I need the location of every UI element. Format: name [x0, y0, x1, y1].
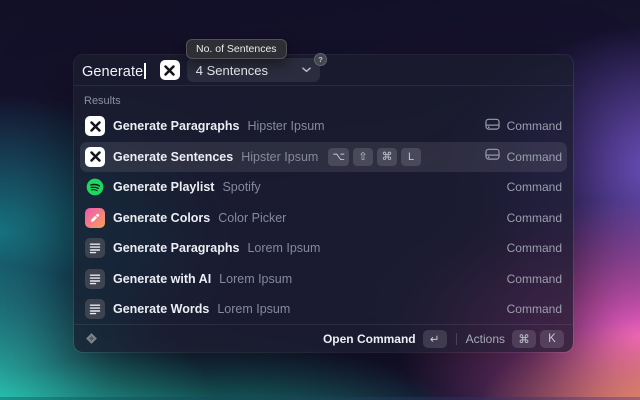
list-item[interactable]: Generate Paragraphs Lorem Ipsum Command [80, 233, 567, 264]
document-text-icon [85, 238, 105, 258]
hipster-ipsum-x-logo-icon [85, 116, 105, 136]
drive-icon [485, 117, 500, 136]
list-item-selected[interactable]: Generate Sentences Hipster Ipsum ⌥ ⇧ ⌘ L… [80, 142, 567, 173]
help-badge-glyph: ? [318, 55, 323, 64]
item-type: Command [507, 272, 562, 286]
text-caret [144, 63, 146, 79]
document-text-icon [85, 299, 105, 319]
sentences-dropdown-value: 4 Sentences [196, 63, 268, 78]
dropdown-tooltip: No. of Sentences [186, 39, 287, 59]
list-item[interactable]: Generate Words Lorem Ipsum Command [80, 294, 567, 325]
tooltip-text: No. of Sentences [196, 43, 277, 55]
results-list: Generate Paragraphs Hipster Ipsum Comman… [74, 111, 573, 325]
item-subtitle: Lorem Ipsum [219, 272, 292, 286]
item-type: Command [507, 302, 562, 316]
command-palette-window: Generate 4 Sentences ? Results Generate … [74, 55, 573, 352]
hipster-ipsum-x-logo-icon [160, 60, 180, 80]
item-title: Generate Paragraphs [113, 119, 239, 133]
item-title: Generate Colors [113, 211, 210, 225]
open-command-button[interactable]: Open Command [323, 332, 416, 346]
l-key: L [401, 148, 421, 166]
item-type: Command [507, 150, 562, 164]
help-badge[interactable]: ? [314, 53, 327, 66]
item-subtitle: Lorem Ipsum [217, 302, 290, 316]
search-value: Generate [82, 64, 143, 80]
item-title: Generate Words [113, 302, 209, 316]
list-item[interactable]: Generate with AI Lorem Ipsum Command [80, 264, 567, 295]
item-type: Command [507, 241, 562, 255]
item-type: Command [507, 211, 562, 225]
document-text-icon [85, 269, 105, 289]
color-picker-icon [85, 208, 105, 228]
item-subtitle: Spotify [222, 180, 260, 194]
list-item[interactable]: Generate Colors Color Picker Command [80, 203, 567, 234]
actions-button[interactable]: Actions [466, 332, 505, 346]
results-header: Results [74, 86, 573, 111]
list-item[interactable]: Generate Paragraphs Hipster Ipsum Comman… [80, 111, 567, 142]
item-type: Command [507, 180, 562, 194]
item-type: Command [507, 119, 562, 133]
shortcut-keys: ⌥ ⇧ ⌘ L [328, 148, 421, 166]
item-subtitle: Lorem Ipsum [247, 241, 320, 255]
sentences-dropdown[interactable]: 4 Sentences ? [187, 58, 320, 82]
item-subtitle: Hipster Ipsum [241, 150, 318, 164]
chevron-down-icon [302, 67, 311, 73]
drive-icon [485, 147, 500, 166]
list-item[interactable]: Generate Playlist Spotify Command [80, 172, 567, 203]
hipster-ipsum-x-logo-icon [85, 147, 105, 167]
search-bar: Generate 4 Sentences ? [74, 55, 573, 86]
k-key-icon: K [540, 330, 564, 348]
footer-divider [456, 333, 457, 345]
command-key: ⌘ [377, 148, 397, 166]
shift-key: ⇧ [353, 148, 373, 166]
spotify-icon [85, 177, 105, 197]
return-key-icon: ↵ [423, 330, 447, 348]
command-key-icon: ⌘ [512, 330, 536, 348]
raycast-logo-icon[interactable] [85, 332, 98, 345]
item-title: Generate with AI [113, 272, 211, 286]
action-bar: Open Command ↵ Actions ⌘ K [74, 324, 573, 352]
results-section: Results Generate Paragraphs Hipster Ipsu… [74, 86, 573, 324]
item-title: Generate Sentences [113, 150, 233, 164]
option-key: ⌥ [328, 148, 349, 166]
search-input[interactable]: Generate [82, 60, 146, 80]
item-subtitle: Color Picker [218, 211, 286, 225]
item-title: Generate Playlist [113, 180, 214, 194]
item-subtitle: Hipster Ipsum [247, 119, 324, 133]
item-title: Generate Paragraphs [113, 241, 239, 255]
